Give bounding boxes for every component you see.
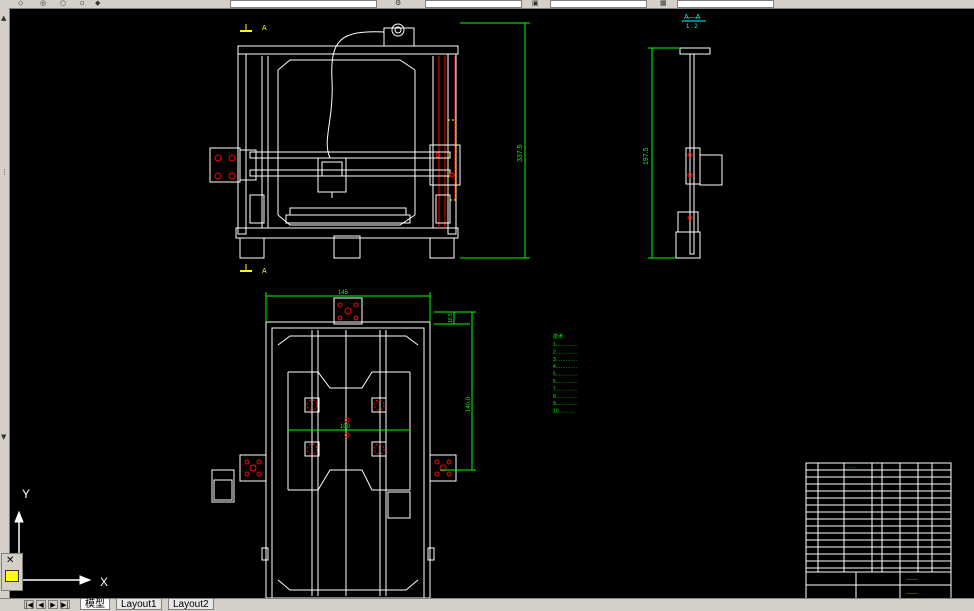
side-view: A—A 1 : 2 197.5	[643, 14, 723, 259]
note-line: 8.…………	[553, 394, 577, 400]
front-height-dim: 337.5	[517, 144, 524, 162]
first-tab-button[interactable]: |◀	[24, 600, 34, 609]
inner-span-dim: 100	[340, 424, 351, 430]
title-block: …… …… ……	[805, 462, 952, 600]
note-line: 2.…………	[553, 349, 577, 355]
layer-dropdown[interactable]	[230, 0, 377, 8]
layer-settings-icon[interactable]: ⚙	[395, 0, 401, 7]
tab-layout1[interactable]: Layout1	[116, 599, 162, 610]
properties-icon[interactable]	[5, 570, 19, 582]
expand-down-icon[interactable]: ▼	[1, 433, 6, 441]
lineweight-dropdown[interactable]	[677, 0, 774, 8]
side-height-dim: 197.5	[643, 147, 650, 165]
folder-icon[interactable]: ▫	[80, 0, 85, 7]
section-label-bottom: A	[262, 268, 267, 275]
top-view: 145 10.5 140.0 100	[211, 290, 476, 599]
palette-handle-icon[interactable]: ⋮	[1, 168, 8, 176]
title-company: ……	[906, 576, 918, 582]
tab-layout2[interactable]: Layout2	[168, 599, 214, 610]
note-line: 1.…………	[553, 342, 577, 348]
drawing-canvas[interactable]: A A 337.5 A—A 1: 2 197.5 145 10.5 140.0…	[10, 9, 974, 600]
side-view-title: A—A	[684, 14, 701, 21]
note-line: 7.…………	[553, 386, 577, 392]
note-line: 5.…………	[553, 372, 577, 378]
title-drawing-name: ……	[906, 590, 918, 596]
tab-model[interactable]: 模型	[80, 599, 110, 610]
cad-drawing: A A 337.5 A—A 1: 2 197.5 145 10.5 140.0…	[14, 14, 952, 600]
ucs-y-label: Y	[22, 487, 30, 501]
layout-tab-bar: |◀ ◀ ▶ ▶| 模型 Layout1 Layout2	[0, 598, 974, 611]
last-tab-button[interactable]: ▶|	[60, 600, 70, 609]
ucs-panel[interactable]: ✕	[1, 553, 23, 591]
ucs-icon: Y X	[14, 487, 108, 589]
color-dropdown[interactable]	[425, 0, 522, 8]
notes-heading: 技术	[553, 333, 563, 340]
top-width-dim: 145	[338, 290, 349, 296]
orbit-icon[interactable]: ○	[60, 0, 66, 7]
lineweight-icon[interactable]: ▦	[660, 0, 667, 7]
ucs-x-label: X	[100, 575, 108, 589]
color-icon[interactable]: ◆	[95, 0, 100, 7]
next-tab-button[interactable]: ▶	[48, 600, 58, 609]
expand-up-icon[interactable]: ▲	[1, 14, 6, 22]
note-line: 10.………	[553, 409, 575, 415]
close-icon[interactable]: ✕	[6, 556, 14, 566]
section-label-top: A	[262, 25, 267, 32]
note-line: 9.…………	[553, 401, 577, 407]
note-line: 3.…………	[553, 357, 577, 363]
linetype-icon[interactable]: ▣	[532, 0, 539, 7]
linetype-dropdown[interactable]	[550, 0, 647, 8]
note-line: 4.…………	[553, 364, 577, 370]
pan-icon[interactable]: ◇	[18, 0, 23, 7]
top-offset-dim: 10.5	[448, 313, 454, 323]
top-toolbar: ◇ ◎ ○ ▫ ◆ ⚙ ▣ ▦	[0, 0, 974, 9]
top-depth-dim: 140.0	[466, 396, 472, 412]
svg-text:……: ……	[846, 464, 856, 470]
prev-tab-button[interactable]: ◀	[36, 600, 46, 609]
note-line: 6.…………	[553, 379, 577, 385]
zoom-icon[interactable]: ◎	[40, 0, 46, 7]
technical-notes: 技术 1.…………2.………… 3.…………4.………… 5.…………6.…………7…	[553, 333, 577, 415]
front-view: A A 337.5	[209, 22, 530, 275]
left-toolbar: ▲ ⋮ ▼	[0, 8, 10, 598]
side-view-scale: 1 : 2	[686, 24, 698, 30]
